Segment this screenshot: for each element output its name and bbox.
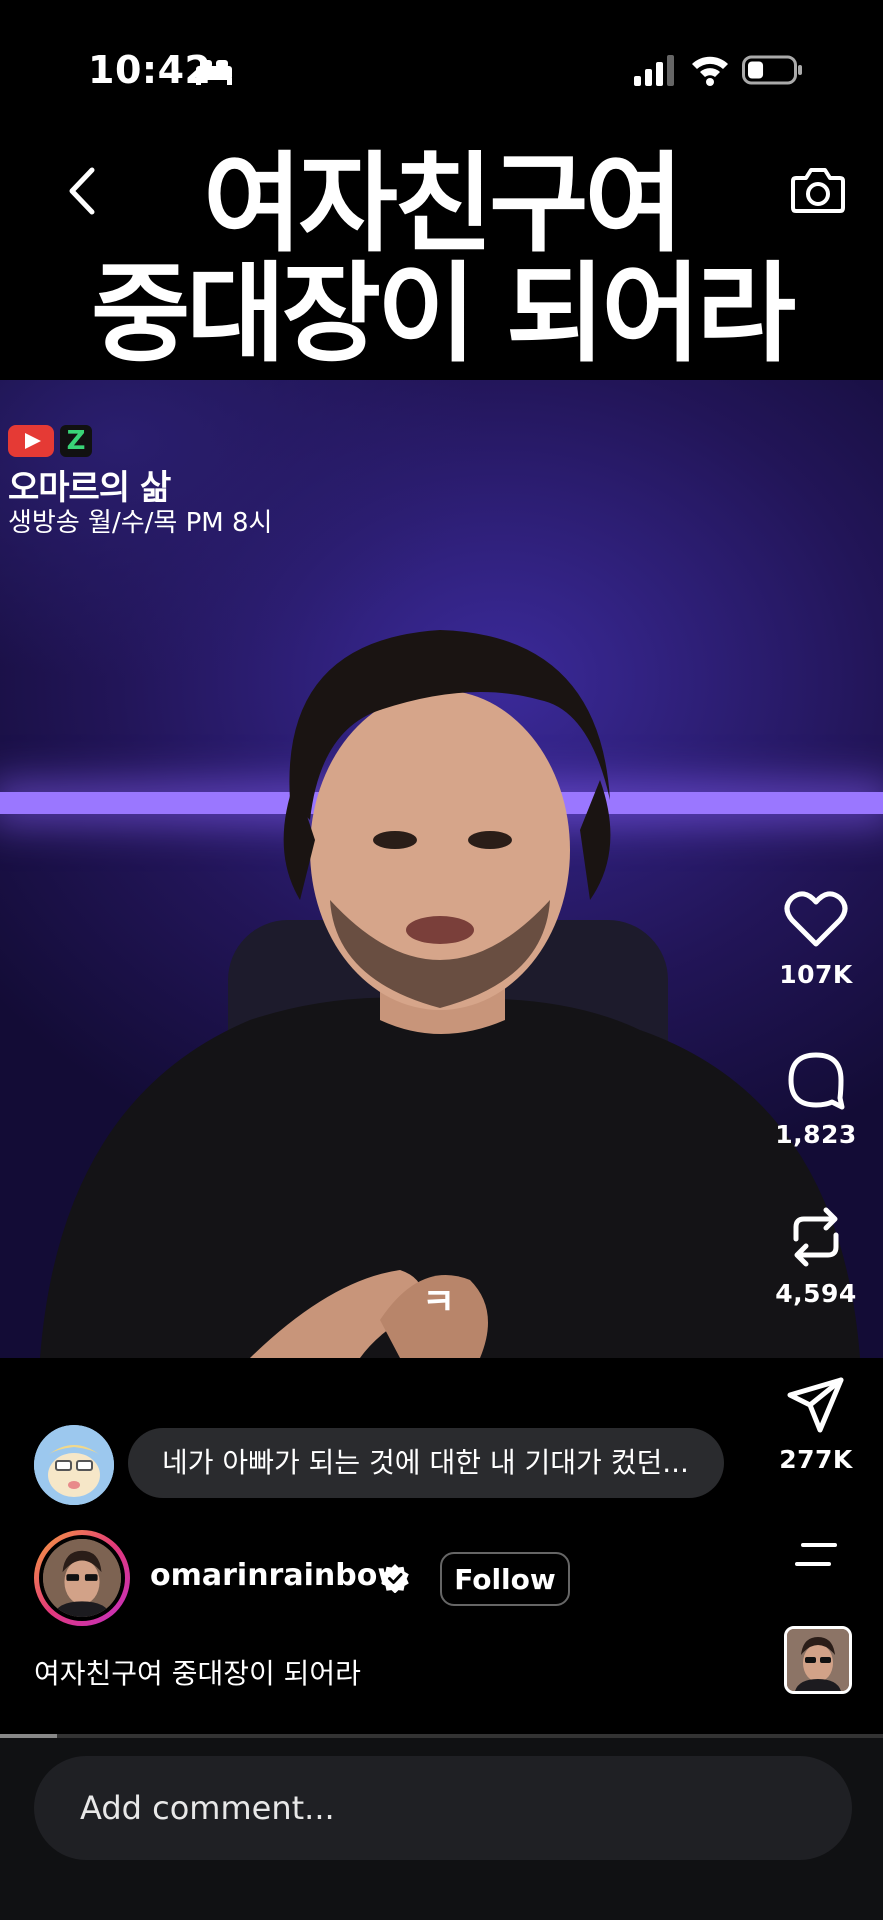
camera-icon[interactable] <box>790 162 846 218</box>
follow-button[interactable]: Follow <box>440 1552 570 1606</box>
video-title-overlay: 여자친구여 중대장이 되어라 <box>90 142 796 377</box>
wifi-icon <box>692 56 728 86</box>
post-caption: 여자친구여 중대장이 되어라 <box>34 1657 361 1690</box>
comment-count: 1,823 <box>775 1120 857 1149</box>
author-username[interactable]: omarinrainbow <box>150 1558 405 1593</box>
channel-badges: Z <box>8 425 92 457</box>
top-comment-preview[interactable]: 네가 아빠가 되는 것에 대한 내 기대가 컸던... <box>128 1428 724 1498</box>
z-logo-icon: Z <box>60 425 92 457</box>
author-photo-icon <box>43 1539 121 1617</box>
audio-thumbnail[interactable] <box>784 1626 852 1694</box>
battery-icon <box>742 55 802 85</box>
cartoon-avatar-icon <box>34 1425 114 1505</box>
title-line-1: 여자친구여 <box>203 142 684 267</box>
like-button[interactable]: 107K <box>756 890 876 989</box>
status-bar: 10:42 <box>0 0 883 140</box>
status-time: 10:42 <box>88 48 212 92</box>
repost-count: 4,594 <box>775 1279 857 1308</box>
channel-watermark-schedule: 생방송 월/수/목 PM 8시 <box>8 508 273 538</box>
video-player[interactable]: Z 오마르의 삶 생방송 월/수/목 PM 8시 ㅋ <box>0 380 883 1358</box>
more-options-icon[interactable] <box>793 1540 839 1570</box>
share-count: 277K <box>779 1445 853 1474</box>
repost-button[interactable]: 4,594 <box>756 1205 876 1308</box>
share-button[interactable]: 277K <box>756 1375 876 1474</box>
heart-icon <box>784 891 848 947</box>
comment-button[interactable]: 1,823 <box>756 1050 876 1149</box>
like-count: 107K <box>779 960 853 989</box>
add-comment-input[interactable] <box>34 1756 852 1860</box>
cellular-signal-icon <box>634 55 674 86</box>
commenter-avatar[interactable] <box>34 1425 114 1505</box>
video-subtitle: ㅋ <box>422 1282 456 1323</box>
comment-bubble-icon <box>788 1052 845 1110</box>
sleep-mode-icon <box>196 60 232 85</box>
title-line-2: 중대장이 되어라 <box>90 252 796 377</box>
repost-icon <box>793 1207 839 1267</box>
verified-badge-icon <box>381 1564 409 1593</box>
send-paper-plane-icon <box>787 1377 844 1433</box>
audio-avatar-icon <box>787 1629 849 1691</box>
author-avatar[interactable] <box>34 1530 130 1626</box>
youtube-icon <box>8 425 54 457</box>
